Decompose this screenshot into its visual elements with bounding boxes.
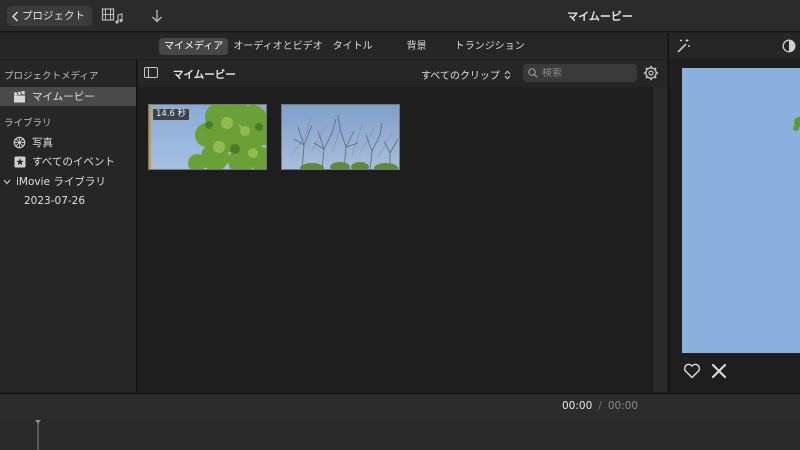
timeline-header: 00:00 / 00:00 [0, 393, 800, 419]
browser-title: マイムービー [173, 69, 236, 81]
browser-scrollbar[interactable] [653, 87, 667, 392]
section-libraries: ライブラリ [4, 118, 52, 129]
timeline[interactable] [0, 419, 800, 450]
sidebar-item-label: 2023-07-26 [24, 194, 86, 207]
sidebar-item-event-date[interactable]: 2023-07-26 [0, 191, 136, 210]
video-clip-thumbnail[interactable] [281, 104, 400, 170]
star-box-icon [13, 155, 26, 168]
clip-filter-label: すべてのクリップ [421, 71, 500, 82]
favorite-heart-icon[interactable] [683, 363, 701, 382]
sidebar-item-label: マイムービー [32, 91, 95, 103]
reject-x-icon[interactable] [711, 363, 727, 382]
window-title: マイムービー [567, 10, 633, 23]
search-icon [528, 68, 538, 78]
sidebar-item-my-movie[interactable]: マイムービー [0, 87, 136, 106]
preview-viewer [668, 59, 800, 392]
color-balance-icon[interactable] [782, 39, 796, 56]
video-clip-thumbnail[interactable]: 14.6 秒 [148, 104, 267, 170]
tab-audio-video[interactable]: オーディオとビデオ [228, 38, 327, 55]
tab-my-media[interactable]: マイメディア [159, 38, 229, 55]
tab-titles[interactable]: タイトル [328, 38, 378, 55]
search-field[interactable] [523, 64, 637, 82]
sidebar-item-photos[interactable]: 写真 [0, 133, 136, 152]
photos-flower-icon [13, 136, 26, 149]
timecode-separator: / [598, 400, 602, 412]
current-time: 00:00 [562, 400, 593, 412]
clip-frame-image [282, 105, 399, 169]
preview-frame-image [682, 68, 800, 353]
clip-filter-select[interactable]: すべてのクリップ [421, 67, 511, 82]
magic-wand-icon[interactable] [675, 38, 691, 57]
section-project-media: プロジェクトメディア [4, 71, 99, 82]
viewer-toolbar [668, 33, 800, 59]
total-duration: 00:00 [607, 400, 639, 412]
gear-icon[interactable] [643, 65, 659, 84]
up-down-chevron-icon [504, 69, 511, 80]
chevron-down-icon[interactable] [3, 179, 11, 185]
titlebar: プロジェクト マイムービー [0, 0, 800, 32]
clapperboard-icon [13, 90, 26, 103]
sidebar-item-label: 写真 [32, 137, 53, 149]
sidebar-item-label: すべてのイベント [32, 156, 115, 168]
timecode-display: 00:00 / 00:00 [562, 400, 638, 412]
sidebar-toggle-icon[interactable] [144, 67, 158, 78]
media-browser: マイムービー すべてのクリップ 検索 14.6 秒 [138, 60, 667, 392]
playhead[interactable] [34, 419, 42, 450]
sidebar-item-all-events[interactable]: すべてのイベント [0, 152, 136, 171]
sidebar-item-label: iMovie ライブラリ [16, 176, 106, 188]
clip-duration-badge: 14.6 秒 [152, 108, 191, 121]
library-sidebar: プロジェクトメディア マイムービー ライブラリ 写真 すべてのイベント iMov… [0, 60, 137, 392]
tab-backgrounds[interactable]: 背景 [402, 38, 432, 55]
tab-transitions[interactable]: トランジション [450, 38, 530, 55]
browser-header: マイムービー すべてのクリップ [138, 60, 667, 87]
clip-used-indicator [149, 105, 151, 169]
search-input[interactable] [542, 67, 632, 79]
sidebar-item-imovie-library[interactable]: iMovie ライブラリ [0, 172, 136, 191]
media-tabs-bar: マイメディア オーディオとビデオ タイトル 背景 トランジション [0, 33, 667, 59]
